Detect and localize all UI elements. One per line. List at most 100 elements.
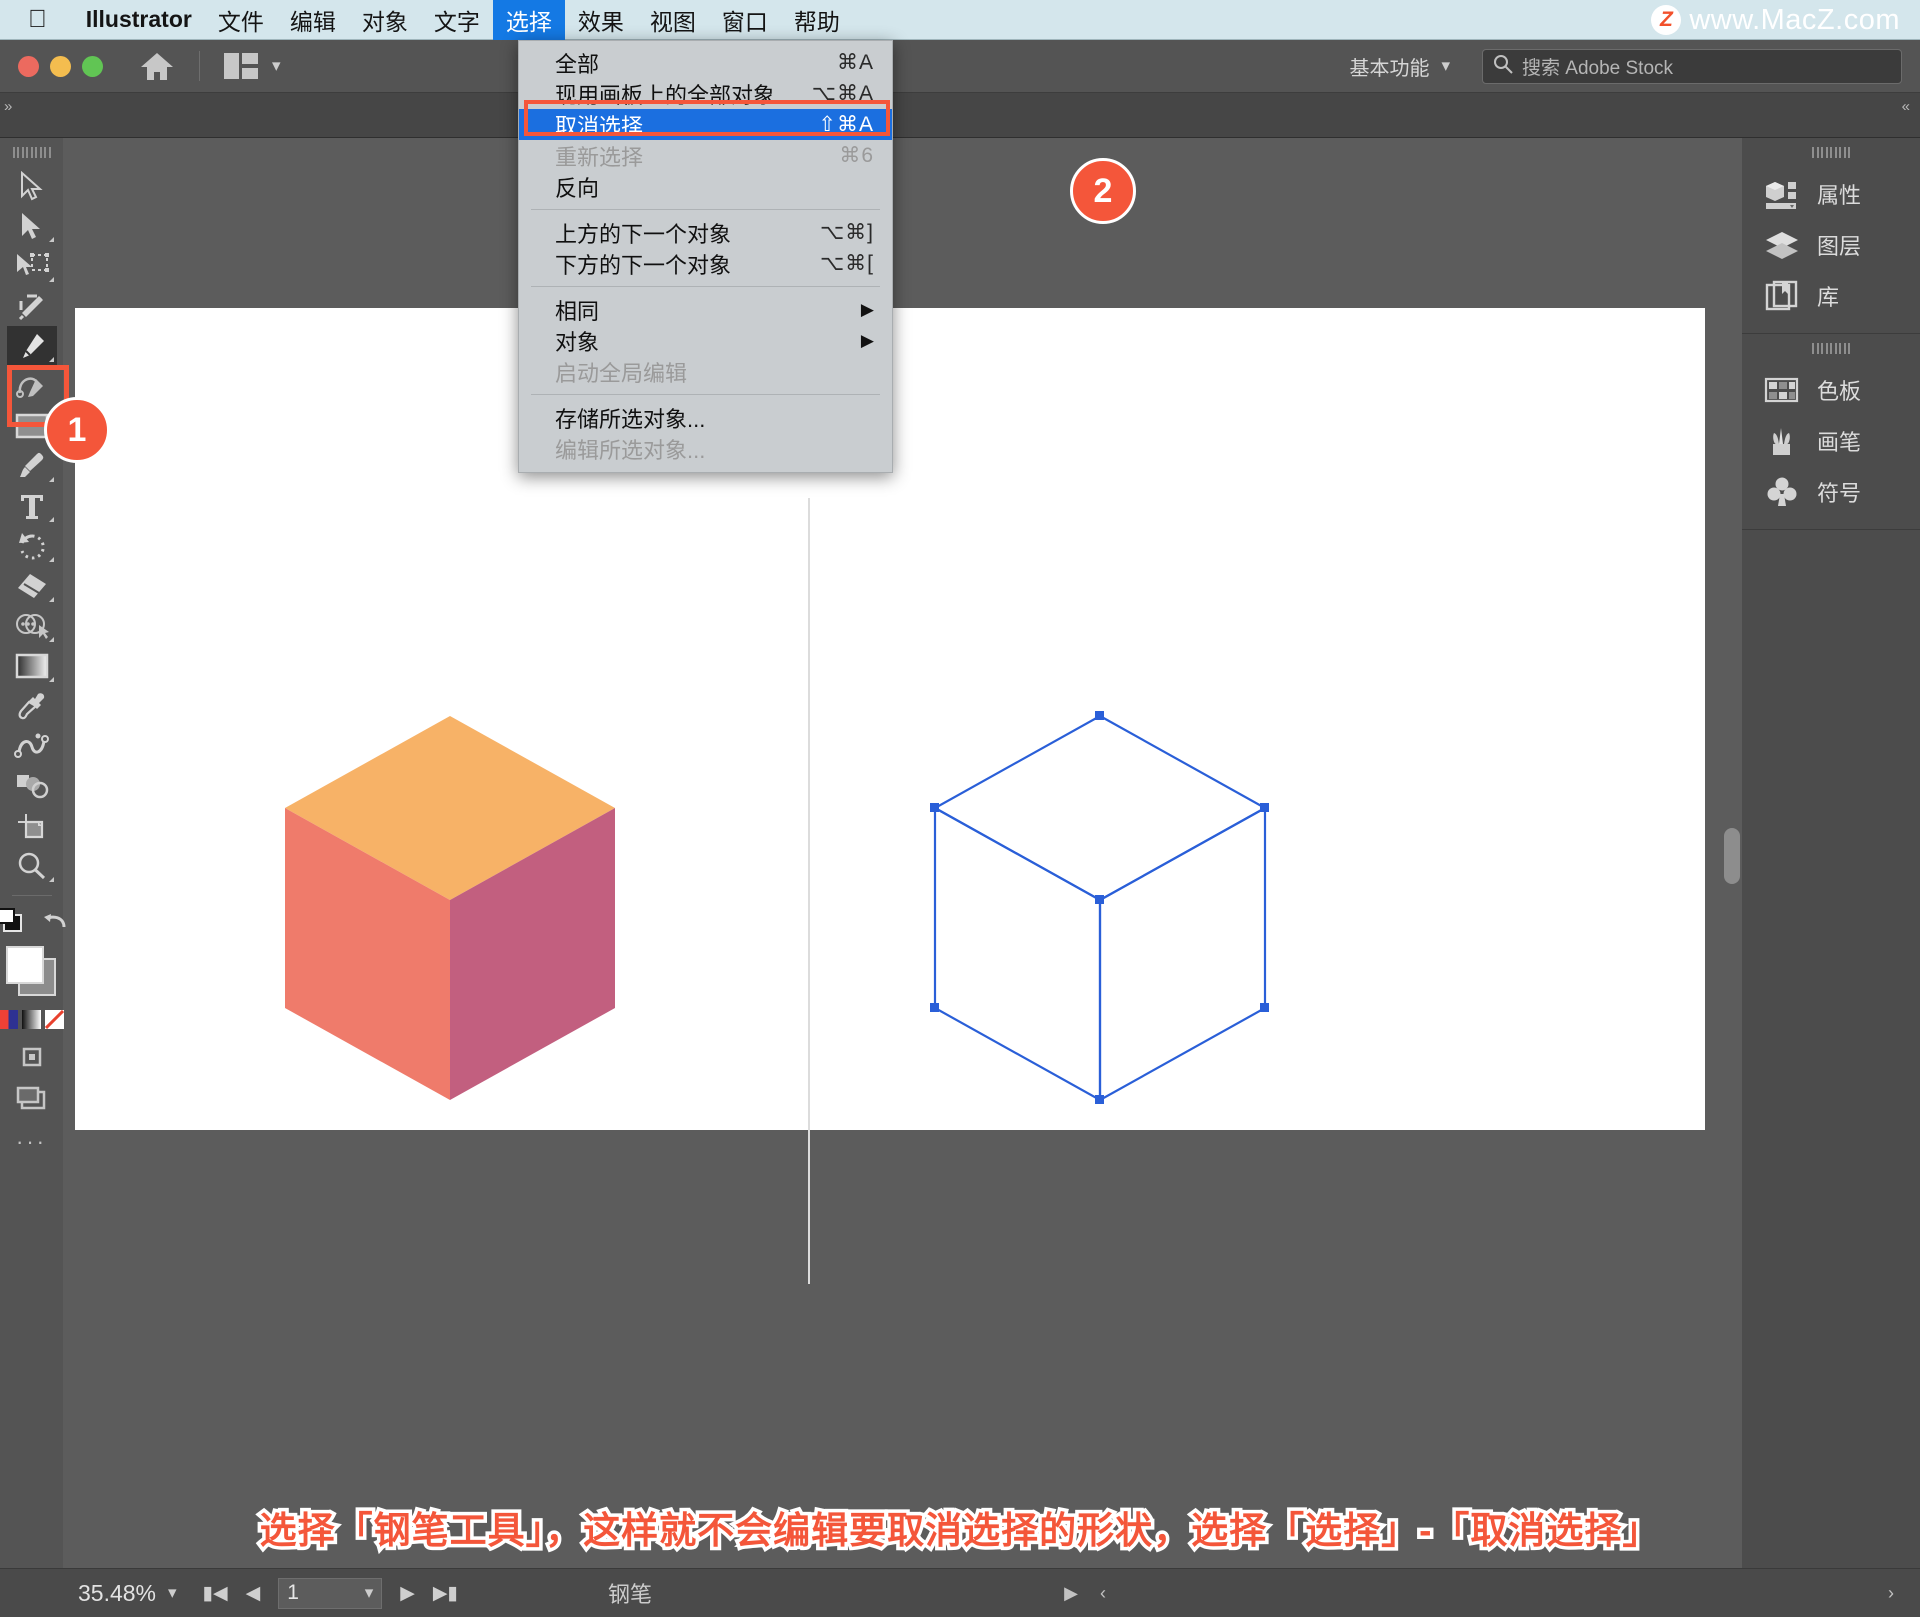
toolbar-grip[interactable] xyxy=(12,147,51,158)
prev-page-icon[interactable]: ◀ xyxy=(246,1582,261,1605)
rotate-tool[interactable] xyxy=(7,526,57,565)
anchor-point[interactable] xyxy=(1095,711,1104,720)
anchor-point[interactable] xyxy=(1260,803,1269,812)
dock-grip[interactable] xyxy=(1742,334,1920,364)
paintbrush-tool[interactable] xyxy=(7,446,57,485)
adobe-stock-search[interactable]: 搜索 Adobe Stock xyxy=(1482,48,1902,84)
gradient-swatch-icon[interactable] xyxy=(22,1010,41,1029)
menu-item-view[interactable]: 视图 xyxy=(637,0,709,40)
type-tool[interactable] xyxy=(7,486,57,525)
collapse-left-icon[interactable]: » xyxy=(4,98,12,115)
swatches-icon xyxy=(1763,373,1801,406)
arrange-documents-button[interactable]: ▾ xyxy=(224,53,281,79)
status-end-icon[interactable]: › xyxy=(1888,1583,1894,1604)
artboard-tool[interactable] xyxy=(7,806,57,845)
annotation-badge-1: 1 xyxy=(44,397,110,463)
panel-button-properties[interactable]: 属性 xyxy=(1742,168,1920,219)
menu-item-help[interactable]: 帮助 xyxy=(781,0,853,40)
menu-option-next-object-below[interactable]: 下方的下一个对象 ⌥⌘[ xyxy=(519,248,892,279)
anchor-point[interactable] xyxy=(1260,1003,1269,1012)
more-tools-icon[interactable]: ··· xyxy=(16,1129,47,1155)
panel-button-symbols[interactable]: 符号 xyxy=(1742,466,1920,517)
tool-more-corner xyxy=(48,877,54,882)
status-prev-icon[interactable]: ‹ xyxy=(1100,1583,1106,1604)
symbol-sprayer-tool[interactable] xyxy=(7,766,57,805)
status-next-icon[interactable]: ▶ xyxy=(1064,1583,1078,1604)
maximize-window-button[interactable] xyxy=(82,55,103,77)
color-swatch-icon[interactable] xyxy=(0,1010,18,1029)
menu-option-inverse[interactable]: 反向 xyxy=(519,171,892,202)
menu-item-window[interactable]: 窗口 xyxy=(709,0,781,40)
first-page-icon[interactable]: ▮◀ xyxy=(203,1582,228,1605)
menu-item-edit[interactable]: 编辑 xyxy=(277,0,349,40)
selection-tool[interactable] xyxy=(7,166,57,205)
last-page-icon[interactable]: ▶▮ xyxy=(433,1582,458,1605)
panel-button-libraries[interactable]: 库 xyxy=(1742,270,1920,321)
menu-item-effect[interactable]: 效果 xyxy=(565,0,637,40)
lasso-tool[interactable] xyxy=(7,286,57,325)
zoom-level[interactable]: 35.48% xyxy=(78,1580,156,1607)
menu-option-select-all-on-artboard[interactable]: 现用画板上的全部对象 ⌥⌘A xyxy=(519,78,892,109)
fill-swatch[interactable] xyxy=(5,946,44,984)
eyedropper-tool[interactable] xyxy=(7,686,57,725)
magic-wand-tool[interactable] xyxy=(7,246,57,285)
eraser-tool[interactable] xyxy=(7,566,57,605)
draw-mode-icon[interactable] xyxy=(0,905,28,940)
direct-selection-tool[interactable] xyxy=(7,206,57,245)
page-number-field[interactable]: 1 ▾ xyxy=(278,1577,383,1609)
tool-more-corner xyxy=(48,477,54,482)
menu-option-label: 相同 xyxy=(555,298,600,324)
isometric-cube-filled[interactable] xyxy=(280,708,620,1108)
pen-tool[interactable] xyxy=(6,326,57,365)
next-page-icon[interactable]: ▶ xyxy=(400,1582,415,1605)
menu-item-object[interactable]: 对象 xyxy=(349,0,421,40)
zoom-tool[interactable] xyxy=(7,846,57,885)
gradient-tool[interactable] xyxy=(7,646,57,685)
current-tool-label[interactable]: 钢笔 xyxy=(608,1577,652,1609)
menu-option-same[interactable]: 相同 ▶ xyxy=(519,294,892,325)
reset-colors-icon[interactable] xyxy=(42,907,68,938)
select-menu-dropdown[interactable]: 全部 ⌘A 现用画板上的全部对象 ⌥⌘A 取消选择 ⇧⌘A 重新选择 ⌘6 反向… xyxy=(518,40,893,473)
panel-button-brushes[interactable]: 画笔 xyxy=(1742,415,1920,466)
search-input[interactable]: 搜索 Adobe Stock xyxy=(1522,53,1673,80)
chevron-down-icon[interactable]: ▾ xyxy=(168,1583,177,1603)
menu-item-type[interactable]: 文字 xyxy=(421,0,493,40)
anchor-point[interactable] xyxy=(930,1003,939,1012)
menu-item-select[interactable]: 选择 xyxy=(492,0,565,40)
apple-logo-icon[interactable]:  xyxy=(28,7,47,32)
menu-option-object[interactable]: 对象 ▶ xyxy=(519,325,892,356)
canvas-area[interactable] xyxy=(63,138,1742,1568)
close-window-button[interactable] xyxy=(18,55,39,77)
menu-option-deselect[interactable]: 取消选择 ⇧⌘A xyxy=(519,109,892,140)
chevron-down-icon[interactable]: ▾ xyxy=(365,1583,374,1603)
tool-more-corner xyxy=(48,597,54,602)
color-mode-row xyxy=(0,1010,64,1029)
collapse-right-icon[interactable]: « xyxy=(1902,98,1910,115)
menu-app-name[interactable]: Illustrator xyxy=(73,0,205,40)
menu-option-select-all[interactable]: 全部 ⌘A xyxy=(519,47,892,78)
menu-option-next-object-above[interactable]: 上方的下一个对象 ⌥⌘] xyxy=(519,217,892,248)
workspace-switcher[interactable]: 基本功能 ▾ xyxy=(1349,52,1450,81)
draw-normal-icon[interactable] xyxy=(17,1043,47,1076)
menu-item-file[interactable]: 文件 xyxy=(205,0,277,40)
panel-button-swatches[interactable]: 色板 xyxy=(1742,364,1920,415)
canvas-vertical-scrollbar[interactable] xyxy=(1724,828,1740,884)
blend-tool[interactable] xyxy=(7,726,57,765)
dock-grip[interactable] xyxy=(1742,138,1920,168)
fill-stroke-swatches[interactable] xyxy=(4,944,60,1000)
tool-more-corner xyxy=(48,557,54,562)
anchor-point[interactable] xyxy=(1095,1095,1104,1104)
panel-button-layers[interactable]: 图层 xyxy=(1742,219,1920,270)
home-icon[interactable] xyxy=(137,46,177,86)
minimize-window-button[interactable] xyxy=(50,55,71,77)
artboard-divider xyxy=(808,498,810,1284)
none-swatch-icon[interactable] xyxy=(45,1010,64,1029)
isometric-cube-selected[interactable] xyxy=(930,708,1270,1108)
anchor-point[interactable] xyxy=(930,803,939,812)
screen-mode-icon[interactable] xyxy=(16,1086,48,1117)
menu-option-save-selection[interactable]: 存储所选对象... xyxy=(519,402,892,433)
zoom-control[interactable]: 35.48% ▾ xyxy=(78,1580,177,1607)
anchor-point[interactable] xyxy=(1095,895,1104,904)
shape-builder-tool[interactable] xyxy=(7,606,57,645)
tool-more-corner xyxy=(48,517,54,522)
